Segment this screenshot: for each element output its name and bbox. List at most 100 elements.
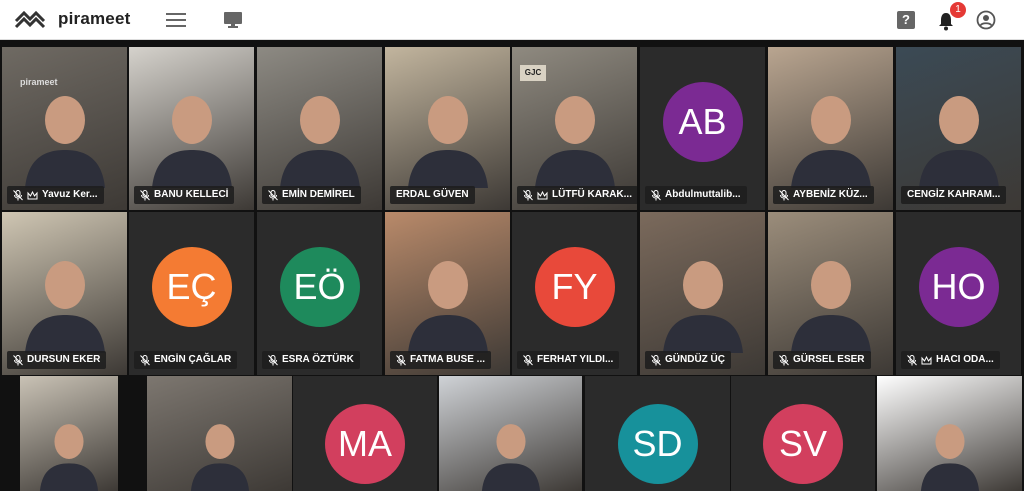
participant-tile[interactable]: EÖ ESRA ÖZTÜRK — [257, 212, 382, 375]
participant-tile[interactable]: GÜRSEL ESER — [768, 212, 893, 375]
initials-avatar: SD — [617, 403, 698, 484]
participant-tile[interactable]: FY FERHAT YILDI... — [512, 212, 637, 375]
participant-name-label: HACI ODA... — [901, 351, 1000, 369]
participant-name-label: ENGİN ÇAĞLAR — [134, 351, 238, 369]
person-silhouette — [790, 261, 871, 353]
participant-tile[interactable] — [877, 376, 1022, 491]
microphone-muted-icon — [523, 189, 533, 200]
participant-tile[interactable]: BANU KELLECİ — [129, 47, 254, 210]
microphone-muted-icon — [651, 354, 661, 365]
monitor-icon[interactable] — [223, 11, 243, 29]
brand-name[interactable]: pirameet — [58, 9, 130, 29]
person-silhouette — [279, 96, 360, 188]
initials-avatar: FY — [534, 246, 615, 327]
participant-name: LÜTFÜ KARAK... — [552, 189, 632, 200]
microphone-muted-icon — [268, 354, 278, 365]
person-silhouette — [790, 96, 871, 188]
person-silhouette — [24, 96, 105, 188]
participant-name-label: Yavuz Ker... — [7, 186, 104, 204]
participant-name: ERDAL GÜVEN — [396, 189, 469, 200]
participant-name-label: GÜRSEL ESER — [773, 351, 871, 369]
initials-avatar: SV — [763, 403, 843, 484]
participant-tile[interactable]: HO HACI ODA... — [896, 212, 1021, 375]
participant-name: GÜRSEL ESER — [793, 354, 865, 365]
participant-tile[interactable]: MA — [293, 376, 437, 491]
participant-tile[interactable] — [439, 376, 582, 491]
participant-name: GÜNDÜZ ÜÇ — [665, 354, 725, 365]
microphone-muted-icon — [140, 354, 150, 365]
participant-name-label: ERDAL GÜVEN — [390, 186, 475, 204]
participant-name-label: CENGİZ KAHRAM... — [901, 186, 1007, 204]
participant-tile[interactable] — [147, 376, 292, 491]
person-silhouette — [662, 261, 743, 353]
participant-grid: pirameet Yavuz Ker... BANU KELLECİ EMİN DEM… — [0, 41, 1024, 491]
initials-avatar: EÖ — [279, 246, 360, 327]
participant-name-label: EMİN DEMİREL — [262, 186, 361, 204]
hamburger-menu-icon[interactable] — [166, 12, 186, 28]
pirameet-logo-icon[interactable] — [14, 9, 46, 31]
participant-name-label: ESRA ÖZTÜRK — [262, 351, 360, 369]
microphone-muted-icon — [13, 189, 23, 200]
participant-tile[interactable]: SD — [585, 376, 730, 491]
participant-name: FERHAT YILDI... — [537, 354, 614, 365]
microphone-muted-icon — [779, 189, 789, 200]
participant-name: BANU KELLECİ — [154, 189, 229, 200]
participant-tile[interactable]: EÇ ENGİN ÇAĞLAR — [129, 212, 254, 375]
participant-name-label: LÜTFÜ KARAK... — [517, 186, 637, 204]
participant-name-label: FATMA BUSE ... — [390, 351, 491, 369]
person-silhouette — [534, 96, 615, 188]
participant-tile[interactable]: FATMA BUSE ... — [385, 212, 510, 375]
participant-tile[interactable]: CENGİZ KAHRAM... — [896, 47, 1021, 210]
participant-name-label: BANU KELLECİ — [134, 186, 235, 204]
participant-name-label: DURSUN EKER — [7, 351, 107, 369]
participant-tile[interactable]: EMİN DEMİREL — [257, 47, 382, 210]
initials-avatar: AB — [662, 81, 743, 162]
microphone-muted-icon — [523, 354, 533, 365]
participant-tile[interactable] — [20, 376, 118, 491]
person-silhouette — [481, 424, 540, 491]
participant-tile[interactable]: SV — [731, 376, 875, 491]
crown-icon — [537, 190, 548, 199]
participant-name-label: GÜNDÜZ ÜÇ — [645, 351, 731, 369]
participant-tile[interactable]: GJC LÜTFÜ KARAK... — [512, 47, 637, 210]
participant-tile[interactable]: pirameet Yavuz Ker... — [2, 47, 127, 210]
microphone-muted-icon — [651, 189, 661, 200]
initials-avatar: EÇ — [151, 246, 232, 327]
participant-name: CENGİZ KAHRAM... — [907, 189, 1001, 200]
initials-avatar: MA — [325, 403, 405, 484]
microphone-muted-icon — [907, 354, 917, 365]
person-silhouette — [190, 424, 249, 491]
participant-tile[interactable]: ERDAL GÜVEN — [385, 47, 510, 210]
participant-name: EMİN DEMİREL — [282, 189, 355, 200]
participant-name: Yavuz Ker... — [42, 189, 98, 200]
person-silhouette — [407, 96, 488, 188]
participant-tile[interactable]: AB Abdulmuttalib... — [640, 47, 765, 210]
participant-name-label: AYBENİZ KÜZ... — [773, 186, 874, 204]
participant-name: HACI ODA... — [936, 354, 994, 365]
crown-icon — [27, 190, 38, 199]
user-account-icon[interactable] — [976, 10, 996, 30]
participant-name: ENGİN ÇAĞLAR — [154, 354, 232, 365]
crown-icon — [921, 355, 932, 364]
participant-name: AYBENİZ KÜZ... — [793, 189, 868, 200]
participant-name: ESRA ÖZTÜRK — [282, 354, 354, 365]
participant-name: FATMA BUSE ... — [410, 354, 485, 365]
notification-badge: 1 — [950, 2, 966, 18]
participant-tile[interactable]: AYBENİZ KÜZ... — [768, 47, 893, 210]
top-bar: pirameet ? 1 — [0, 0, 1024, 40]
microphone-muted-icon — [140, 189, 150, 200]
person-silhouette — [920, 424, 979, 491]
microphone-muted-icon — [779, 354, 789, 365]
participant-tile[interactable]: GÜNDÜZ ÜÇ — [640, 212, 765, 375]
person-silhouette — [918, 96, 999, 188]
participant-name: Abdulmuttalib... — [665, 189, 741, 200]
participant-name-label: FERHAT YILDI... — [517, 351, 620, 369]
participant-name-label: Abdulmuttalib... — [645, 186, 747, 204]
participant-name: DURSUN EKER — [27, 354, 101, 365]
background-sign: GJC — [520, 65, 546, 81]
participant-tile[interactable]: DURSUN EKER — [2, 212, 127, 375]
help-icon[interactable]: ? — [897, 11, 915, 29]
tile-brand-logo: pirameet — [20, 77, 58, 87]
person-silhouette — [24, 261, 105, 353]
person-silhouette — [151, 96, 232, 188]
